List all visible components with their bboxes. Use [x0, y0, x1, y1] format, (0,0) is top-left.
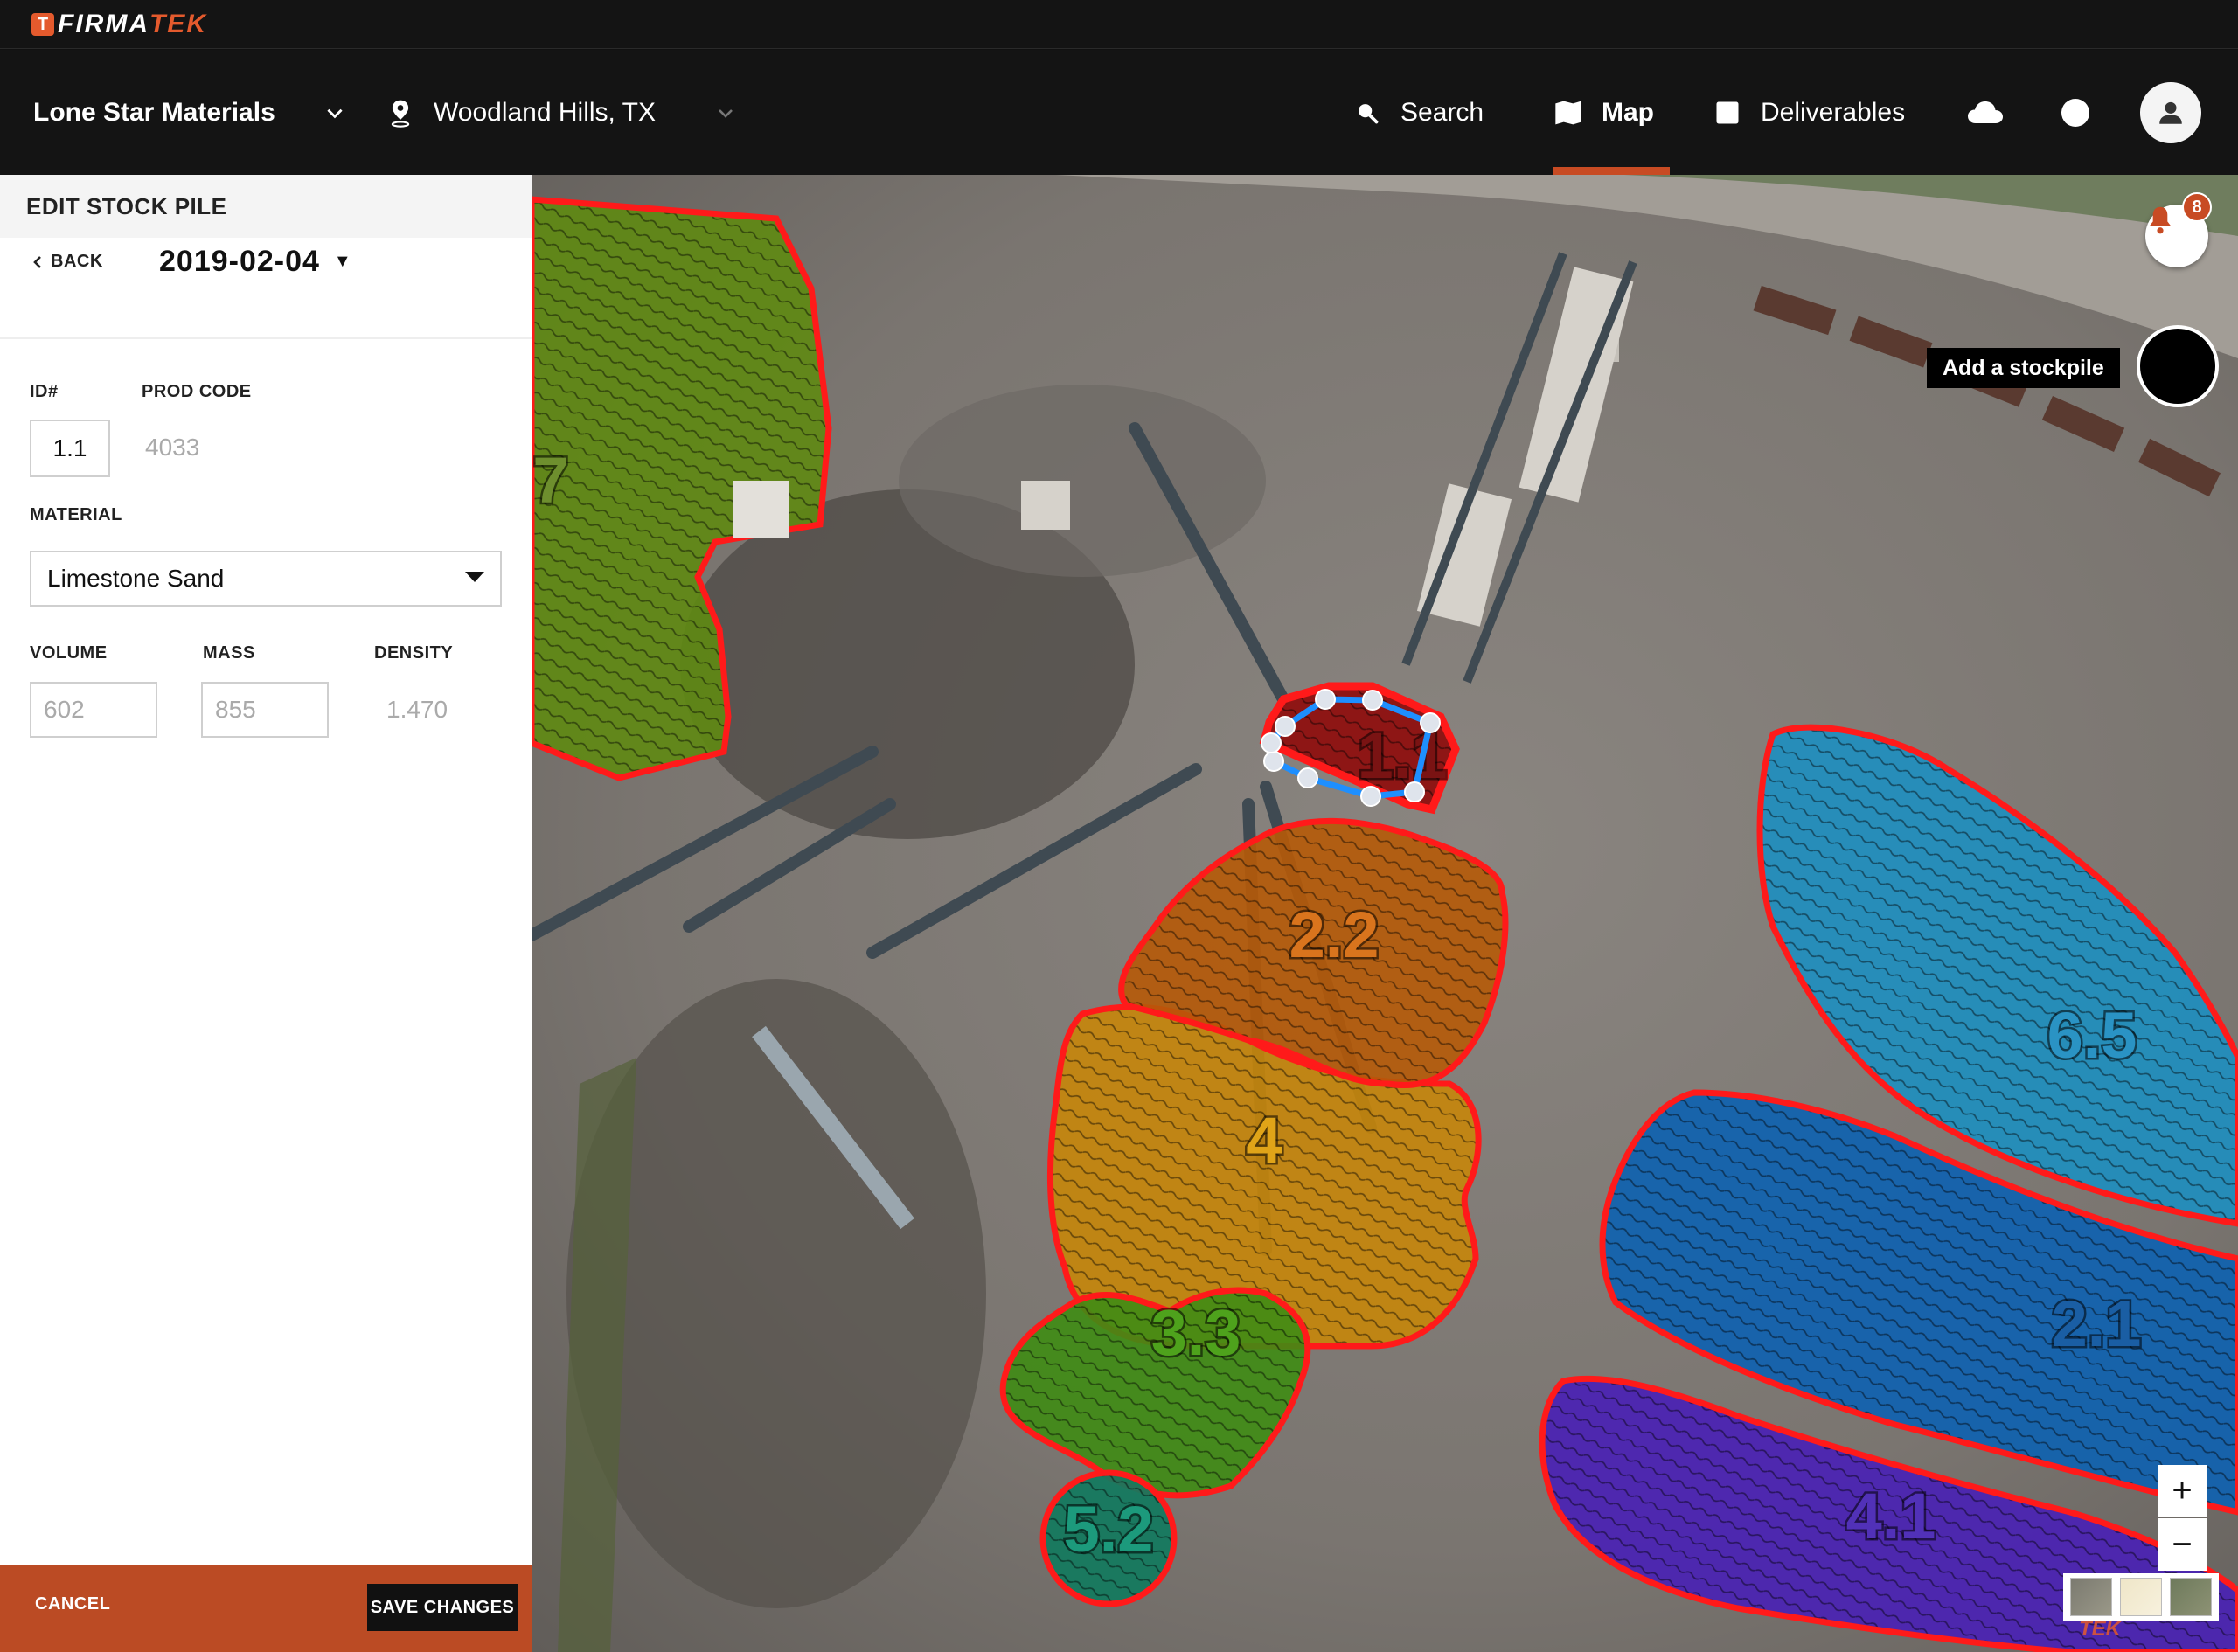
stockpile-label-4: 4 — [1246, 1104, 1282, 1177]
back-label: BACK — [51, 252, 103, 271]
zoom-out-button[interactable]: − — [2158, 1518, 2207, 1571]
material-select[interactable]: Limestone Sand — [30, 551, 502, 607]
stockpile-5-2[interactable]: 5.2 — [1039, 1469, 1178, 1607]
mass-field[interactable]: 855 — [201, 682, 329, 738]
volume-field[interactable]: 602 — [30, 682, 157, 738]
mass-label: MASS — [203, 643, 255, 663]
divider — [0, 337, 532, 339]
stockpile-label-7: 7 — [532, 444, 568, 517]
vertex-handle[interactable] — [1315, 689, 1336, 710]
material-value: Limestone Sand — [47, 565, 225, 592]
save-changes-button[interactable]: SAVE CHANGES — [367, 1584, 518, 1631]
chevron-down-icon[interactable] — [323, 50, 346, 175]
vertex-handle[interactable] — [1275, 716, 1296, 737]
logo-mark-icon: T — [31, 13, 54, 36]
firmatek-logo[interactable]: T FIRMA TEK — [31, 10, 207, 38]
prod-code-label: PROD CODE — [142, 382, 252, 401]
map-icon — [1551, 95, 1586, 130]
caret-down-icon: ▼ — [333, 252, 352, 271]
density-value: 1.470 — [386, 696, 448, 723]
vertex-handle[interactable] — [1420, 712, 1441, 733]
vertex-handle[interactable] — [1362, 690, 1383, 711]
vertex-handle[interactable] — [1297, 767, 1318, 788]
stockpile-label-2-2: 2.2 — [1289, 899, 1380, 971]
panel-footer: CANCEL SAVE CHANGES — [0, 1565, 532, 1652]
layer-switcher — [2063, 1573, 2219, 1621]
layer-street-thumb[interactable] — [2119, 1578, 2162, 1616]
notification-count-badge: 8 — [2182, 192, 2212, 222]
caret-down-icon — [465, 572, 484, 582]
density-label: DENSITY — [374, 643, 454, 663]
layer-satellite-thumb[interactable] — [2070, 1578, 2113, 1616]
material-label: MATERIAL — [30, 505, 122, 524]
company-selector[interactable]: Lone Star Materials — [33, 50, 275, 175]
chevron-down-icon[interactable] — [715, 50, 736, 175]
volume-label: VOLUME — [30, 643, 108, 663]
status-dot-icon[interactable] — [2061, 50, 2089, 175]
user-menu[interactable] — [2140, 50, 2201, 175]
add-stockpile-button[interactable] — [2137, 325, 2219, 407]
map-watermark: TEK — [2079, 1617, 2121, 1641]
location-selector[interactable]: Woodland Hills, TX — [383, 50, 656, 175]
bell-icon — [2149, 206, 2172, 234]
logo-text-part2: TEK — [149, 10, 207, 38]
status-dot — [2061, 98, 2089, 127]
deliverables-icon — [1710, 95, 1745, 130]
vertex-handle[interactable] — [1404, 781, 1425, 802]
top-navigation: Lone Star Materials Woodland Hills, TX S… — [0, 50, 2238, 175]
brand-bar: T FIRMA TEK — [0, 0, 2238, 49]
stockpile-label-3-3: 3.3 — [1151, 1296, 1241, 1369]
logo-text-part1: FIRMA — [58, 10, 149, 38]
search-icon — [1350, 95, 1385, 130]
search-nav-item[interactable]: Search — [1350, 50, 1484, 175]
prod-code-value: 4033 — [145, 434, 200, 461]
deliverables-label: Deliverables — [1761, 97, 1906, 127]
company-name: Lone Star Materials — [33, 97, 275, 127]
map-nav-item[interactable]: Map — [1551, 50, 1654, 175]
vertex-handle[interactable] — [1261, 732, 1282, 753]
aerial-imagery: 7 6.5 2.1 4.1 4 2.2 3.3 5.2 1.1 — [532, 175, 2238, 1652]
stockpile-label-2-1: 2.1 — [2052, 1288, 2142, 1360]
stockpile-label-4-1: 4.1 — [1846, 1480, 1936, 1552]
deliverables-nav-item[interactable]: Deliverables — [1710, 50, 1905, 175]
cloud-icon[interactable] — [1967, 50, 2004, 175]
id-field[interactable]: 1.1 — [30, 420, 110, 477]
dark-soil — [899, 385, 1266, 577]
vertex-handle[interactable] — [1263, 751, 1284, 772]
date-selector[interactable]: 2019-02-04 ▼ — [159, 245, 352, 279]
layer-terrain-thumb[interactable] — [2169, 1578, 2212, 1616]
map-label: Map — [1602, 97, 1654, 127]
stockpile-label-6-5: 6.5 — [2047, 999, 2137, 1072]
edit-stockpile-panel: EDIT STOCK PILE BACK 2019-02-04 ▼ ID# PR… — [0, 175, 532, 1652]
stockpile-label-5-2: 5.2 — [1064, 1493, 1154, 1565]
location-name: Woodland Hills, TX — [434, 97, 657, 127]
cancel-button[interactable]: CANCEL — [35, 1594, 110, 1614]
id-label: ID# — [30, 382, 59, 401]
user-icon — [2140, 81, 2201, 143]
panel-title: EDIT STOCK PILE — [0, 175, 532, 238]
site-map[interactable]: 7 6.5 2.1 4.1 4 2.2 3.3 5.2 1.1 8 Add a … — [532, 175, 2238, 1652]
vertex-handle[interactable] — [1360, 786, 1381, 807]
back-button[interactable]: BACK — [31, 252, 103, 272]
chevron-left-icon — [33, 255, 41, 268]
zoom-in-button[interactable]: + — [2158, 1465, 2207, 1517]
add-stockpile-tooltip: Add a stockpile — [1927, 348, 2120, 388]
date-value: 2019-02-04 — [159, 245, 320, 278]
active-tab-indicator — [1553, 167, 1670, 175]
location-pin-icon — [383, 95, 418, 130]
search-label: Search — [1400, 97, 1484, 127]
